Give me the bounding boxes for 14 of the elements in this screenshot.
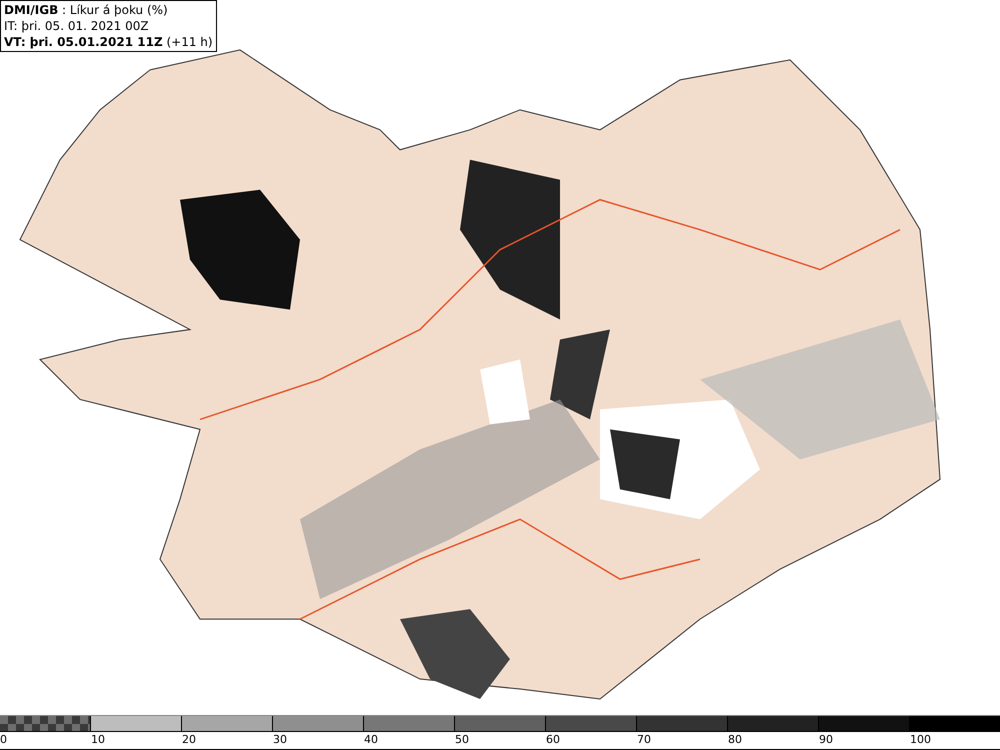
scale-label: 40 bbox=[364, 732, 378, 748]
info-line: IT: þri. 05. 01. 2021 00Z bbox=[4, 18, 150, 34]
scale-label: 100 bbox=[910, 732, 931, 748]
scale-label: 0 bbox=[0, 732, 7, 748]
scale-label: 20 bbox=[182, 732, 196, 748]
scale-label: 90 bbox=[819, 732, 833, 748]
scale-label: 50 bbox=[455, 732, 469, 748]
scale-label: 30 bbox=[273, 732, 287, 748]
scale-label: 60 bbox=[546, 732, 560, 748]
scale-label: 80 bbox=[728, 732, 742, 748]
info-line: DMI/IGB : Líkur á þoku (%) bbox=[4, 2, 169, 18]
scale-label: 70 bbox=[637, 732, 651, 748]
info-line: VT: þri. 05.01.2021 11Z (+11 h) bbox=[4, 34, 213, 50]
scale-label: 10 bbox=[91, 732, 105, 748]
